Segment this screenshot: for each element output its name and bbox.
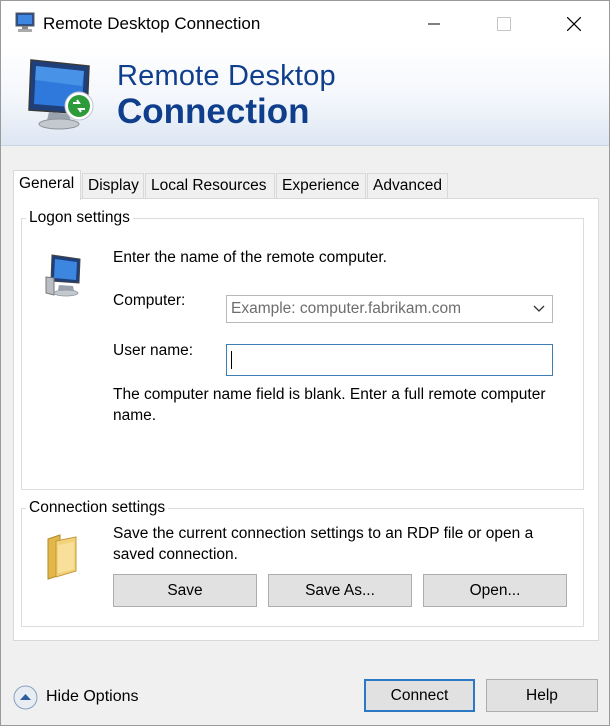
folder-icon [42, 531, 82, 581]
close-icon[interactable] [551, 1, 597, 46]
chevron-down-icon[interactable] [532, 302, 546, 316]
tab-display[interactable]: Display [82, 173, 144, 199]
logon-instruction: Enter the name of the remote computer. [113, 249, 387, 266]
hide-options-label: Hide Options [46, 688, 139, 705]
rdp-window: Remote Desktop Connection Remote Desktop… [0, 0, 610, 726]
help-button[interactable]: Help [486, 679, 598, 712]
connection-settings-legend: Connection settings [29, 499, 166, 516]
username-input[interactable] [226, 344, 553, 376]
tab-local-resources[interactable]: Local Resources [145, 173, 275, 199]
general-tab-panel: Logon settings Enter the name of the rem… [13, 198, 599, 641]
connection-settings-group: Connection settings Save the current con… [21, 499, 584, 627]
computer-icon [42, 251, 90, 299]
logon-settings-group: Logon settings Enter the name of the rem… [21, 209, 584, 490]
rdp-app-icon [13, 12, 37, 34]
blank-name-warning: The computer name field is blank. Enter … [113, 386, 546, 424]
computer-placeholder: Example: computer.fabrikam.com [231, 300, 462, 317]
banner-title-line2: Connection [117, 92, 310, 131]
save-button[interactable]: Save [113, 574, 257, 607]
connection-description: Save the current connection settings to … [113, 525, 534, 563]
tab-advanced[interactable]: Advanced [367, 173, 448, 199]
save-as-button[interactable]: Save As... [268, 574, 412, 607]
open-button[interactable]: Open... [423, 574, 567, 607]
connect-button[interactable]: Connect [364, 679, 475, 712]
tab-experience[interactable]: Experience [276, 173, 366, 199]
title-bar[interactable]: Remote Desktop Connection [1, 1, 609, 46]
username-label: User name: [113, 342, 194, 359]
minimize-icon[interactable] [411, 1, 457, 46]
computer-label: Computer: [113, 292, 186, 309]
header-banner: Remote Desktop Connection [1, 46, 609, 146]
logon-settings-legend: Logon settings [29, 209, 130, 226]
window-title: Remote Desktop Connection [43, 14, 261, 33]
remote-desktop-monitor-icon [23, 56, 103, 132]
tab-general[interactable]: General [13, 170, 81, 200]
maximize-icon[interactable] [481, 1, 527, 46]
text-cursor [231, 351, 232, 369]
collapse-up-icon[interactable] [13, 685, 38, 710]
hide-options-button[interactable]: Hide Options [13, 685, 193, 711]
banner-title-line1: Remote Desktop [117, 60, 336, 92]
computer-combobox[interactable]: Example: computer.fabrikam.com [226, 295, 553, 323]
